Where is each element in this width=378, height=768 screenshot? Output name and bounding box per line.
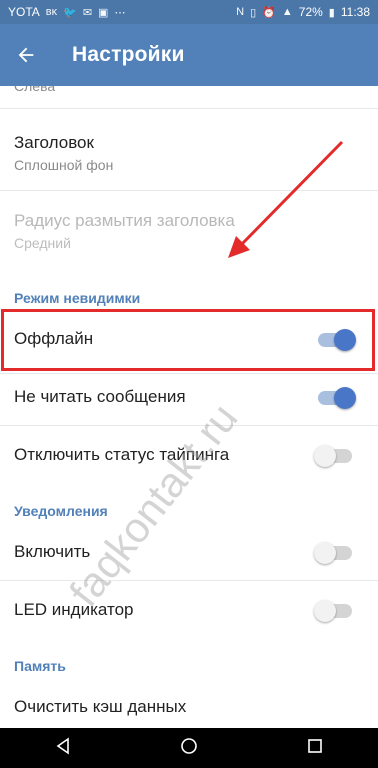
- red-arrow: [228, 140, 344, 258]
- twitter-icon: 🐦: [63, 6, 77, 19]
- image-icon: ▣: [98, 6, 109, 19]
- battery-icon: ▮: [328, 6, 335, 19]
- arrow-left-icon: [18, 47, 34, 63]
- settings-list[interactable]: Слева Заголовок Сплошной фон Радиус разм…: [0, 86, 378, 728]
- carrier-label: YOTA: [8, 5, 40, 19]
- vibrate-icon: ▯: [250, 6, 257, 19]
- circle-home-icon: [181, 737, 197, 754]
- alarm-icon: ⏰: [262, 6, 276, 19]
- nav-home-button[interactable]: [159, 737, 219, 760]
- more-notifications-icon: ⋯: [114, 6, 126, 19]
- app-bar: Настройки: [0, 24, 378, 86]
- nav-back-button[interactable]: [33, 736, 93, 760]
- nfc-icon: N: [236, 6, 245, 18]
- back-button[interactable]: [0, 24, 52, 86]
- page-title: Настройки: [72, 43, 185, 66]
- signal-icon: ▲: [281, 6, 293, 18]
- square-recents-icon: [308, 738, 322, 753]
- battery-percent: 72%: [298, 5, 323, 19]
- navigation-bar: [0, 728, 378, 768]
- triangle-back-icon: [56, 736, 69, 755]
- vk-icon: ʙᴋ: [45, 6, 58, 18]
- clock: 11:38: [340, 5, 370, 19]
- mail-icon: ✉: [82, 6, 93, 19]
- status-bar: YOTA ʙᴋ 🐦 ✉ ▣ ⋯ N ▯ ⏰ ▲ 72% ▮ 11:38: [0, 0, 378, 24]
- nav-recents-button[interactable]: [285, 737, 345, 760]
